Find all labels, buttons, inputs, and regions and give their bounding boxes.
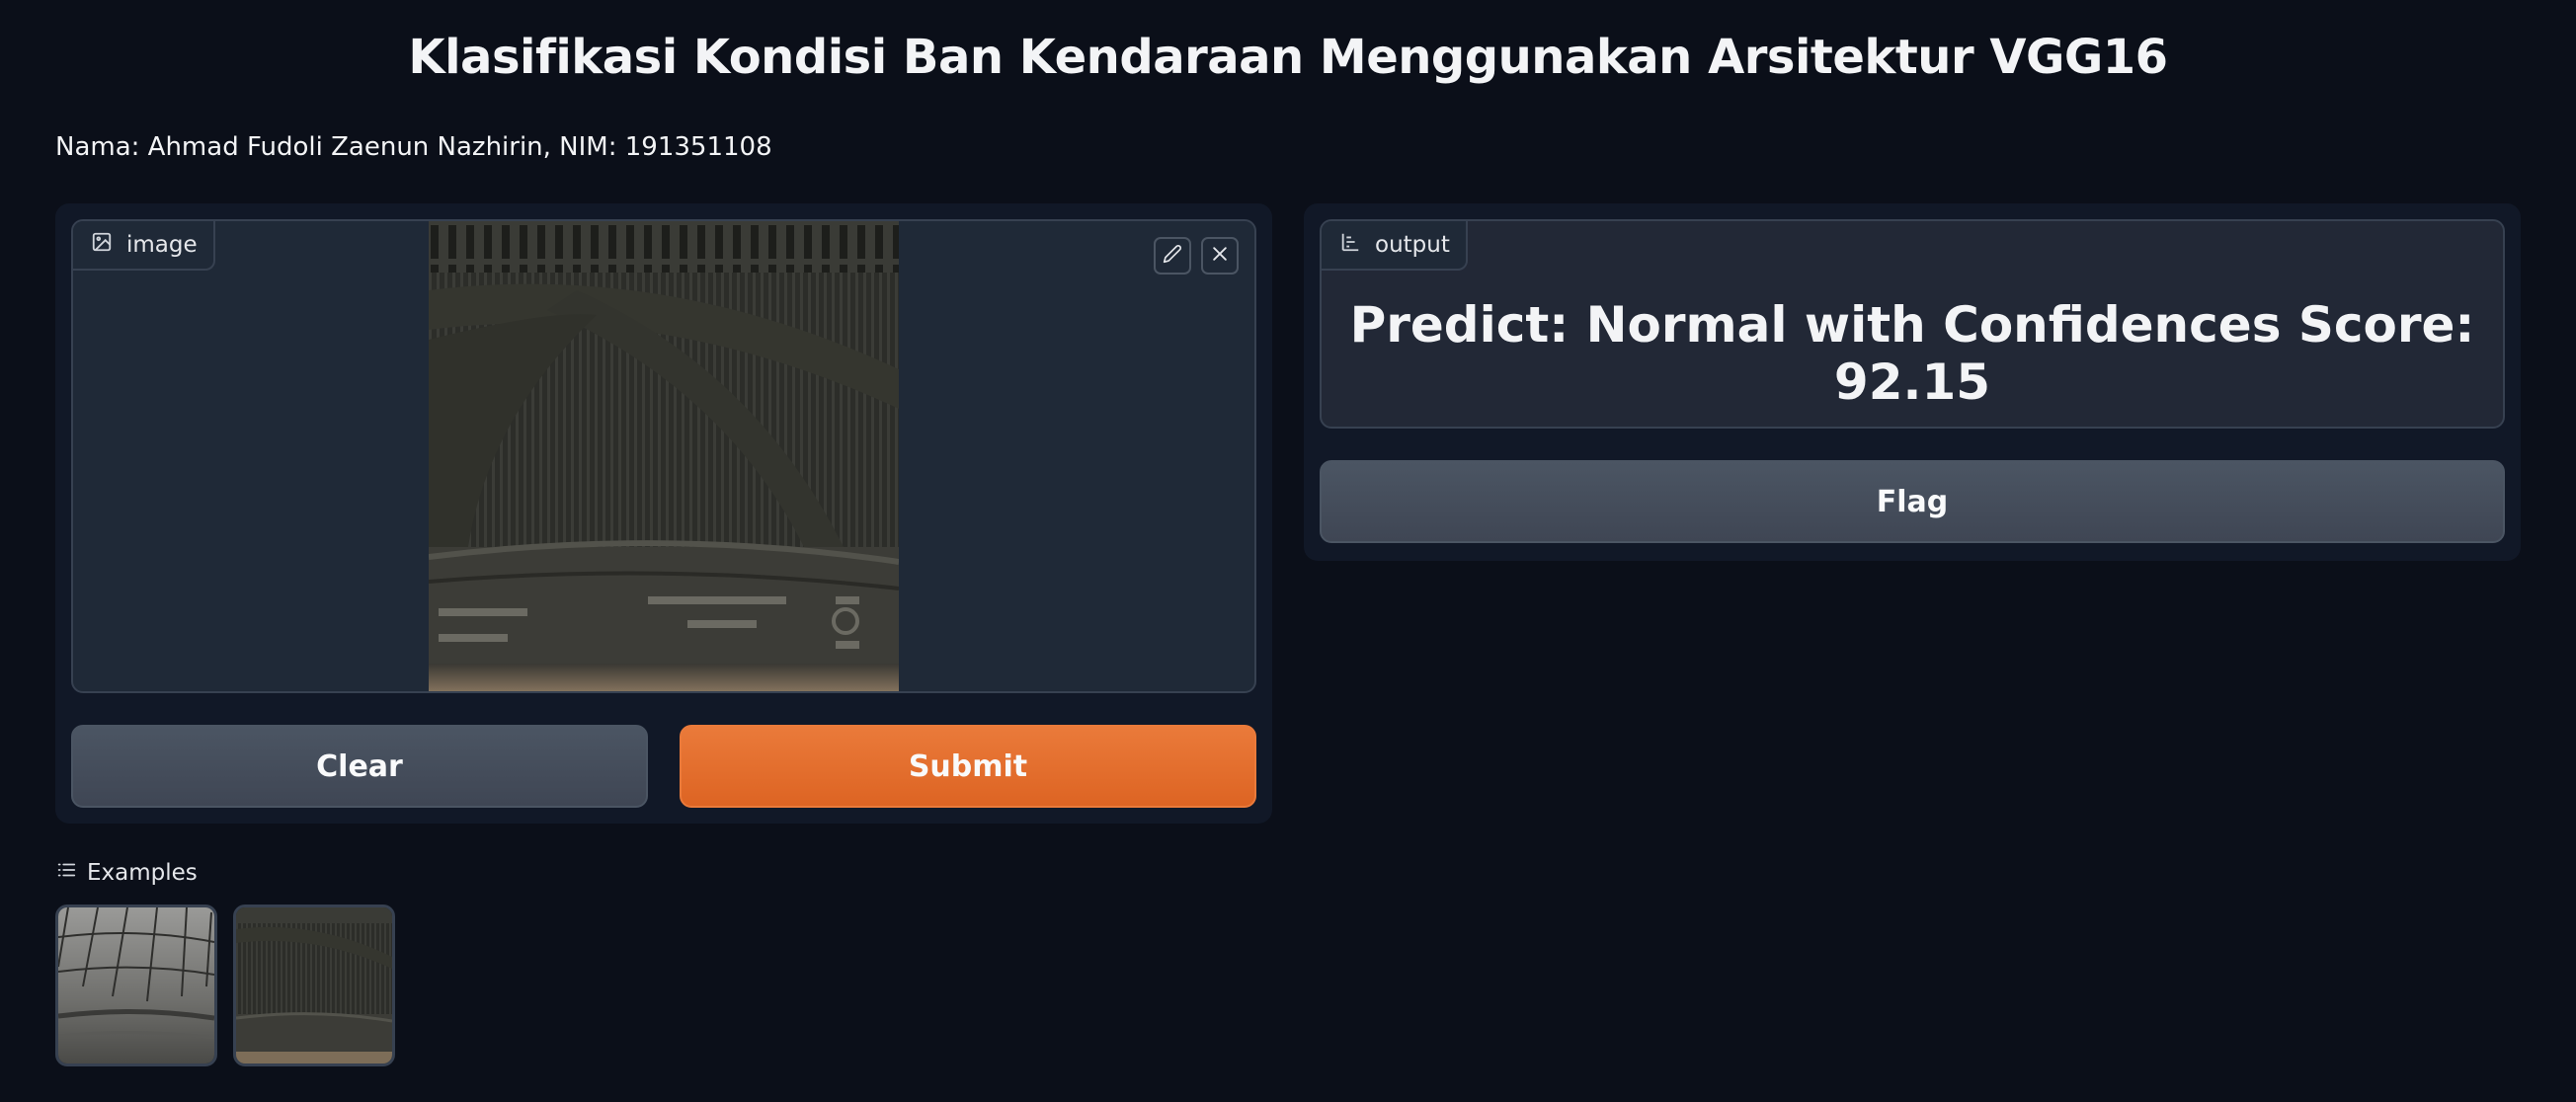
prediction-text: Predict: Normal with Confidences Score: … [1349,296,2475,411]
input-panel: image Clear Submit [55,203,1272,824]
edit-button[interactable] [1154,237,1191,275]
example-thumbnail[interactable] [233,905,395,1066]
output-panel: output Predict: Normal with Confidences … [1304,203,2521,561]
image-label-chip: image [73,221,215,271]
output-label-chip: output [1322,221,1468,271]
image-icon [91,231,113,259]
close-icon [1210,244,1230,268]
uploaded-tire-image [429,221,899,691]
examples-header: Examples [55,859,198,887]
page-title: Klasifikasi Kondisi Ban Kendaraan Menggu… [408,30,2168,85]
edit-icon [1163,244,1182,268]
example-thumbnail[interactable] [55,905,217,1066]
page-subtitle: Nama: Ahmad Fudoli Zaenun Nazhirin, NIM:… [55,132,772,162]
clear-button[interactable]: Clear [71,725,648,808]
submit-button[interactable]: Submit [680,725,1256,808]
list-icon [55,859,77,887]
output-label: output [1375,232,1450,258]
remove-image-button[interactable] [1201,237,1239,275]
image-label: image [126,232,198,258]
bar-chart-icon [1339,231,1361,259]
image-input[interactable]: image [71,219,1256,693]
output-box: output Predict: Normal with Confidences … [1320,219,2505,429]
examples-label: Examples [87,860,198,886]
flag-button[interactable]: Flag [1320,460,2505,543]
